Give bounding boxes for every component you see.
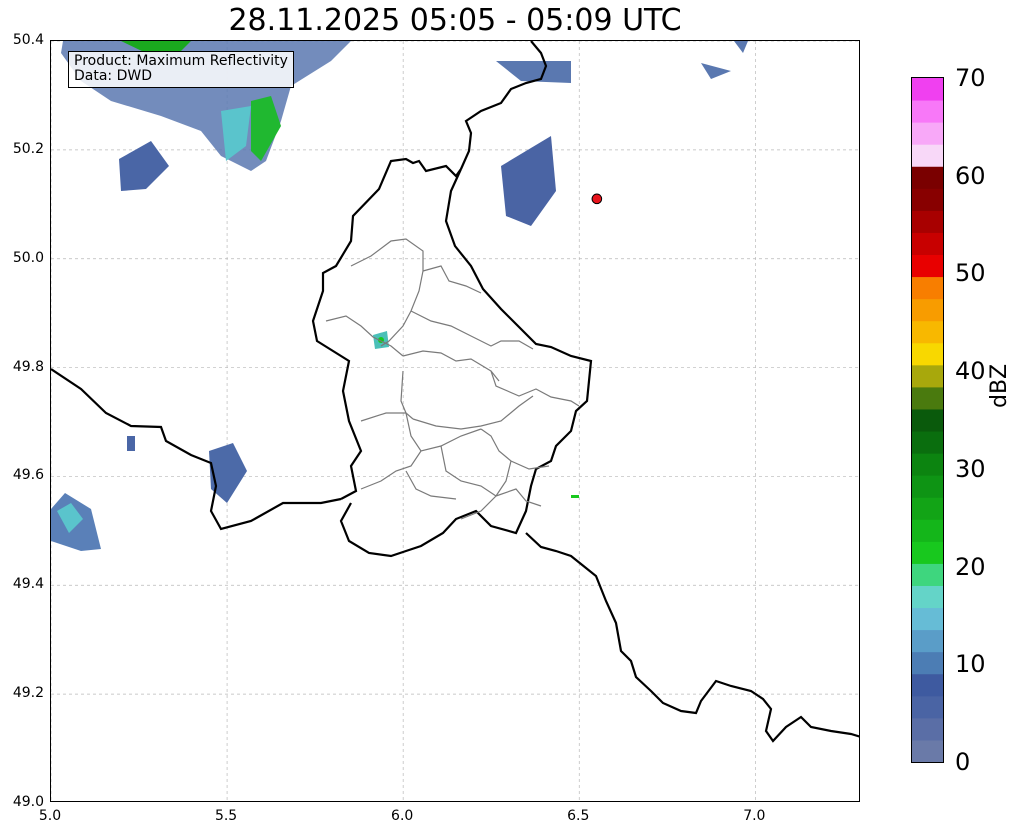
y-tick-label: 50.0 — [12, 249, 44, 266]
colorbar-segment — [912, 298, 943, 322]
product-info-box: Product: Maximum Reflectivity Data: DWD — [68, 51, 294, 88]
colorbar-tick-label: 20 — [955, 552, 986, 581]
colorbar-label: dBZ — [987, 363, 1012, 408]
colorbar-segment — [912, 276, 943, 300]
echo-northeast-2 — [734, 41, 748, 53]
colorbar-segment — [912, 607, 943, 631]
colorbar-segment — [912, 453, 943, 476]
district-boundaries — [325, 238, 580, 520]
border-belgium-france — [51, 368, 342, 531]
border-france-germany — [525, 532, 859, 743]
colorbar-segment — [912, 563, 943, 586]
radar-echoes — [51, 41, 748, 551]
colorbar-segment — [912, 695, 943, 719]
echo-small-rhine — [571, 495, 579, 498]
colorbar-segment — [912, 408, 943, 432]
data-source-label: Data: DWD — [74, 68, 152, 84]
product-label: Product: Maximum Reflectivity — [74, 53, 288, 69]
colorbar-segment — [912, 188, 943, 211]
country-borders — [51, 41, 859, 743]
colorbar-segment — [912, 497, 943, 520]
x-tick-label: 6.5 — [567, 808, 590, 824]
colorbar-tick-label: 50 — [955, 259, 986, 288]
colorbar-tick-label: 0 — [955, 748, 971, 776]
colorbar-segment — [912, 431, 943, 454]
colorbar-tick-label: 60 — [955, 161, 986, 190]
colorbar-segment — [912, 629, 943, 653]
colorbar-segment — [912, 122, 943, 145]
colorbar-segment — [912, 210, 943, 233]
y-tick-label: 50.4 — [12, 32, 44, 48]
colorbar-segment — [912, 739, 943, 763]
colorbar-segment — [912, 100, 943, 123]
x-tick-label: 7.0 — [743, 808, 766, 824]
border-luxembourg — [311, 157, 593, 558]
y-tick-label: 49.8 — [12, 358, 44, 375]
map-canvas — [51, 41, 859, 801]
colorbar-segment — [912, 254, 943, 278]
echo-small-west — [119, 141, 169, 191]
colorbar-segment — [912, 144, 943, 167]
colorbar-segment — [912, 475, 943, 498]
location-marker — [591, 193, 603, 205]
colorbar-segment — [912, 717, 943, 741]
echo-tiny-west — [127, 436, 135, 451]
colorbar-segment — [912, 320, 943, 344]
colorbar-tick-label: 70 — [955, 64, 986, 92]
x-tick-label: 6.0 — [391, 808, 414, 824]
colorbar-segment — [912, 78, 943, 101]
echo-northeast — [701, 63, 731, 79]
colorbar — [911, 77, 944, 763]
colorbar-segment — [912, 585, 943, 609]
colorbar-segment — [912, 342, 943, 366]
echo-north-center-2 — [496, 61, 571, 83]
colorbar-tick-label: 10 — [955, 650, 986, 679]
colorbar-tick-label: 40 — [955, 357, 986, 386]
colorbar-segment — [912, 541, 943, 564]
colorbar-segment — [912, 364, 943, 388]
radar-map[interactable] — [50, 40, 860, 802]
colorbar-segment — [912, 651, 943, 675]
colorbar-segment — [912, 166, 943, 189]
colorbar-segment — [912, 673, 943, 697]
y-tick-label: 49.2 — [12, 685, 44, 702]
echo-north-center — [501, 136, 556, 226]
colorbar-gradient — [912, 78, 943, 763]
x-tick-label: 5.0 — [38, 808, 62, 824]
colorbar-tick-label: 30 — [955, 454, 986, 483]
y-tick-label: 49.6 — [12, 467, 44, 484]
colorbar-segment — [912, 386, 943, 410]
map-title: 28.11.2025 05:05 - 05:09 UTC — [228, 3, 682, 38]
y-tick-label: 49.4 — [12, 576, 44, 593]
colorbar-segment — [912, 232, 943, 256]
y-tick-label: 50.2 — [12, 140, 44, 157]
x-tick-label: 5.5 — [214, 808, 238, 824]
colorbar-segment — [912, 519, 943, 542]
